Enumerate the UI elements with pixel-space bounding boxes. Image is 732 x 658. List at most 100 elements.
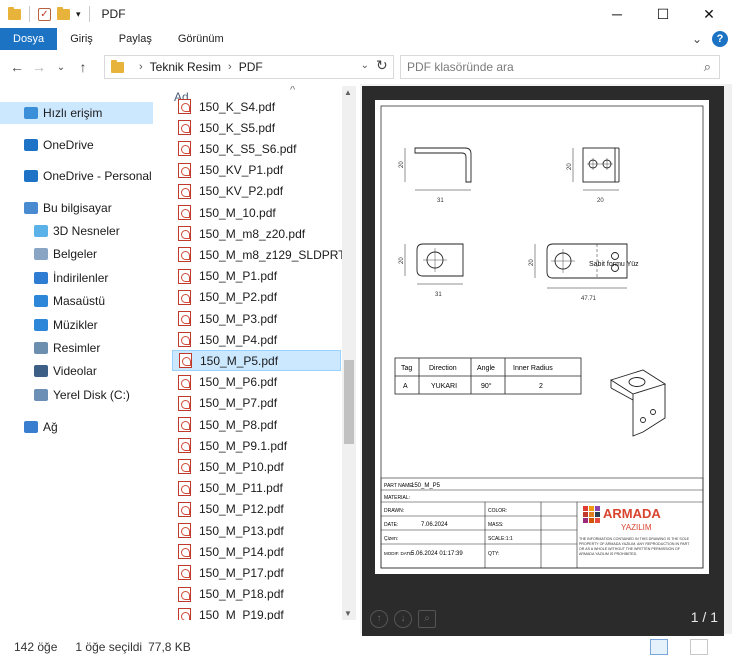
drawn-label: DRAWN:	[384, 508, 404, 514]
tab-home[interactable]: Giriş	[57, 28, 106, 50]
search-input[interactable]: PDF klasöründe ara ⌕	[400, 55, 720, 79]
next-page-icon[interactable]: ↓	[394, 610, 412, 628]
music-icon	[34, 319, 48, 331]
chevron-down-icon[interactable]: ⌄	[361, 60, 369, 71]
up-button[interactable]: ↑	[72, 59, 94, 75]
sidebar-item-1[interactable]: Hızlı erişim	[0, 102, 153, 124]
zoom-icon[interactable]: ⌕	[418, 610, 436, 628]
properties-icon[interactable]: ✓	[38, 7, 51, 21]
sidebar-item-9[interactable]: Müzikler	[0, 314, 98, 336]
breadcrumb-teknik-resim[interactable]: Teknik Resim	[150, 60, 221, 74]
sidebar-item-12[interactable]: Yerel Disk (C:)	[0, 384, 130, 406]
new-folder-icon[interactable]	[57, 6, 70, 20]
sidebar-item-4[interactable]: Bu bilgisayar	[0, 197, 112, 219]
file-row[interactable]: 150_M_P1.pdf	[172, 266, 341, 287]
modif-date-value: 5.06.2024 01:17:39	[411, 551, 463, 557]
maximize-button[interactable]: ☐	[640, 0, 686, 28]
tab-file[interactable]: Dosya	[0, 28, 58, 50]
file-row[interactable]: 150_K_S5.pdf	[172, 117, 341, 138]
forward-button[interactable]: →	[28, 59, 50, 75]
back-button[interactable]: ←	[6, 59, 28, 75]
cloud-icon	[24, 139, 38, 151]
date-value: 7.06.2024	[421, 522, 448, 528]
sidebar-item-8[interactable]: Masaüstü	[0, 290, 105, 312]
sidebar-item-11[interactable]: Videolar	[0, 360, 97, 382]
download-icon	[34, 272, 48, 284]
file-row[interactable]: 150_K_S5_S6.pdf	[172, 138, 341, 159]
file-row[interactable]: 150_KV_P1.pdf	[172, 160, 341, 181]
recent-locations-button[interactable]: ⌄	[50, 62, 72, 73]
pdf-file-icon	[178, 205, 191, 220]
sidebar-item-label: Resimler	[53, 341, 101, 355]
refresh-button[interactable]: ↻	[376, 57, 388, 74]
large-icons-view-button[interactable]	[690, 639, 708, 655]
drawing-sheet: 31 20 20 20 31 20 47.71 20 Sabit formu Y…	[375, 100, 709, 574]
file-row[interactable]: 150_M_m8_z129_SLDPRT.pdf	[172, 244, 356, 265]
table-cell-angle: 90°	[481, 382, 492, 390]
customize-toolbar-icon[interactable]: ▾	[76, 9, 81, 20]
expand-ribbon-icon[interactable]: ⌄	[692, 32, 702, 46]
file-row[interactable]: 150_M_P12.pdf	[172, 499, 341, 520]
file-row[interactable]: 150_K_S4.pdf	[172, 96, 341, 117]
file-row[interactable]: 150_KV_P2.pdf	[172, 181, 341, 202]
sidebar-item-5[interactable]: 3D Nesneler	[0, 220, 120, 242]
sidebar-item-6[interactable]: Belgeler	[0, 243, 97, 265]
file-name: 150_M_P1.pdf	[199, 269, 278, 284]
notice-line-2: PROPERTY OF ARMADA YAZILIM. ANY REPRODUC…	[579, 542, 690, 546]
tab-share[interactable]: Paylaş	[106, 28, 165, 50]
dim-47-71: 47.71	[581, 296, 597, 302]
selection-size: 77,8 KB	[148, 640, 191, 654]
file-row[interactable]: 150_M_P6.pdf	[172, 372, 341, 393]
sidebar-item-label: İndirilenler	[53, 271, 109, 285]
part-name-value: 150_M_P5	[411, 483, 441, 489]
file-list-scrollbar[interactable]: ▲ ▼	[342, 86, 356, 620]
minimize-button[interactable]: ─	[594, 0, 640, 28]
tab-view[interactable]: Görünüm	[165, 28, 237, 50]
pdf-file-icon	[178, 268, 191, 284]
file-row[interactable]: 150_M_P10.pdf	[172, 456, 341, 477]
file-row[interactable]: 150_M_P2.pdf	[172, 287, 341, 308]
file-row[interactable]: 150_M_P3.pdf	[172, 308, 341, 329]
details-view-button[interactable]	[650, 639, 668, 655]
sidebar-item-13[interactable]: Ağ	[0, 416, 58, 438]
previous-page-icon[interactable]: ↑	[370, 610, 388, 628]
scroll-up-icon[interactable]: ▲	[344, 88, 352, 97]
address-field[interactable]: › Teknik Resim › PDF ⌄	[104, 55, 394, 79]
sidebar-item-7[interactable]: İndirilenler	[0, 267, 108, 289]
isometric-view	[609, 369, 667, 437]
file-row[interactable]: 150_M_P18.pdf	[172, 584, 341, 605]
file-name: 150_M_10.pdf	[199, 205, 276, 220]
preview-scrollbar[interactable]	[724, 84, 732, 634]
pdf-file-icon	[178, 544, 191, 560]
file-row[interactable]: 150_M_P7.pdf	[172, 393, 341, 414]
file-row[interactable]: 150_M_P8.pdf	[172, 414, 341, 435]
file-row[interactable]: 150_M_P5.pdf	[172, 350, 341, 372]
file-row[interactable]: 150_M_P17.pdf	[172, 562, 341, 583]
file-row[interactable]: 150_M_10.pdf	[172, 202, 341, 223]
file-row[interactable]: 150_M_m8_z20.pdf	[172, 223, 341, 244]
table-header-tag: Tag	[401, 365, 412, 372]
file-name: 150_M_m8_z20.pdf	[199, 226, 306, 241]
scroll-down-icon[interactable]: ▼	[344, 609, 352, 618]
sidebar-item-10[interactable]: Resimler	[0, 337, 100, 359]
close-button[interactable]: ✕	[686, 0, 732, 28]
sidebar-item-3[interactable]: OneDrive - Personal	[0, 165, 152, 187]
cloud-icon	[24, 170, 38, 182]
file-row[interactable]: 150_M_P9.1.pdf	[172, 435, 341, 456]
scrollbar-thumb[interactable]	[344, 360, 354, 444]
file-row[interactable]: 150_M_P11.pdf	[172, 478, 341, 499]
network-icon	[24, 421, 38, 433]
file-row[interactable]: 150_M_P19.pdf	[172, 605, 341, 620]
window-title: PDF	[101, 7, 126, 21]
sidebar-item-2[interactable]: OneDrive	[0, 134, 94, 156]
breadcrumb-pdf[interactable]: PDF	[239, 60, 263, 74]
pdf-file-icon	[178, 374, 191, 390]
help-icon[interactable]: ?	[712, 31, 728, 47]
pdf-file-icon	[178, 417, 191, 432]
file-row[interactable]: 150_M_P4.pdf	[172, 329, 341, 350]
file-row[interactable]: 150_M_P14.pdf	[172, 541, 341, 562]
chevron-right-icon: ›	[228, 61, 232, 73]
drawer-label: Çizen:	[384, 536, 398, 542]
file-row[interactable]: 150_M_P13.pdf	[172, 520, 341, 541]
desktop-icon	[34, 295, 48, 307]
